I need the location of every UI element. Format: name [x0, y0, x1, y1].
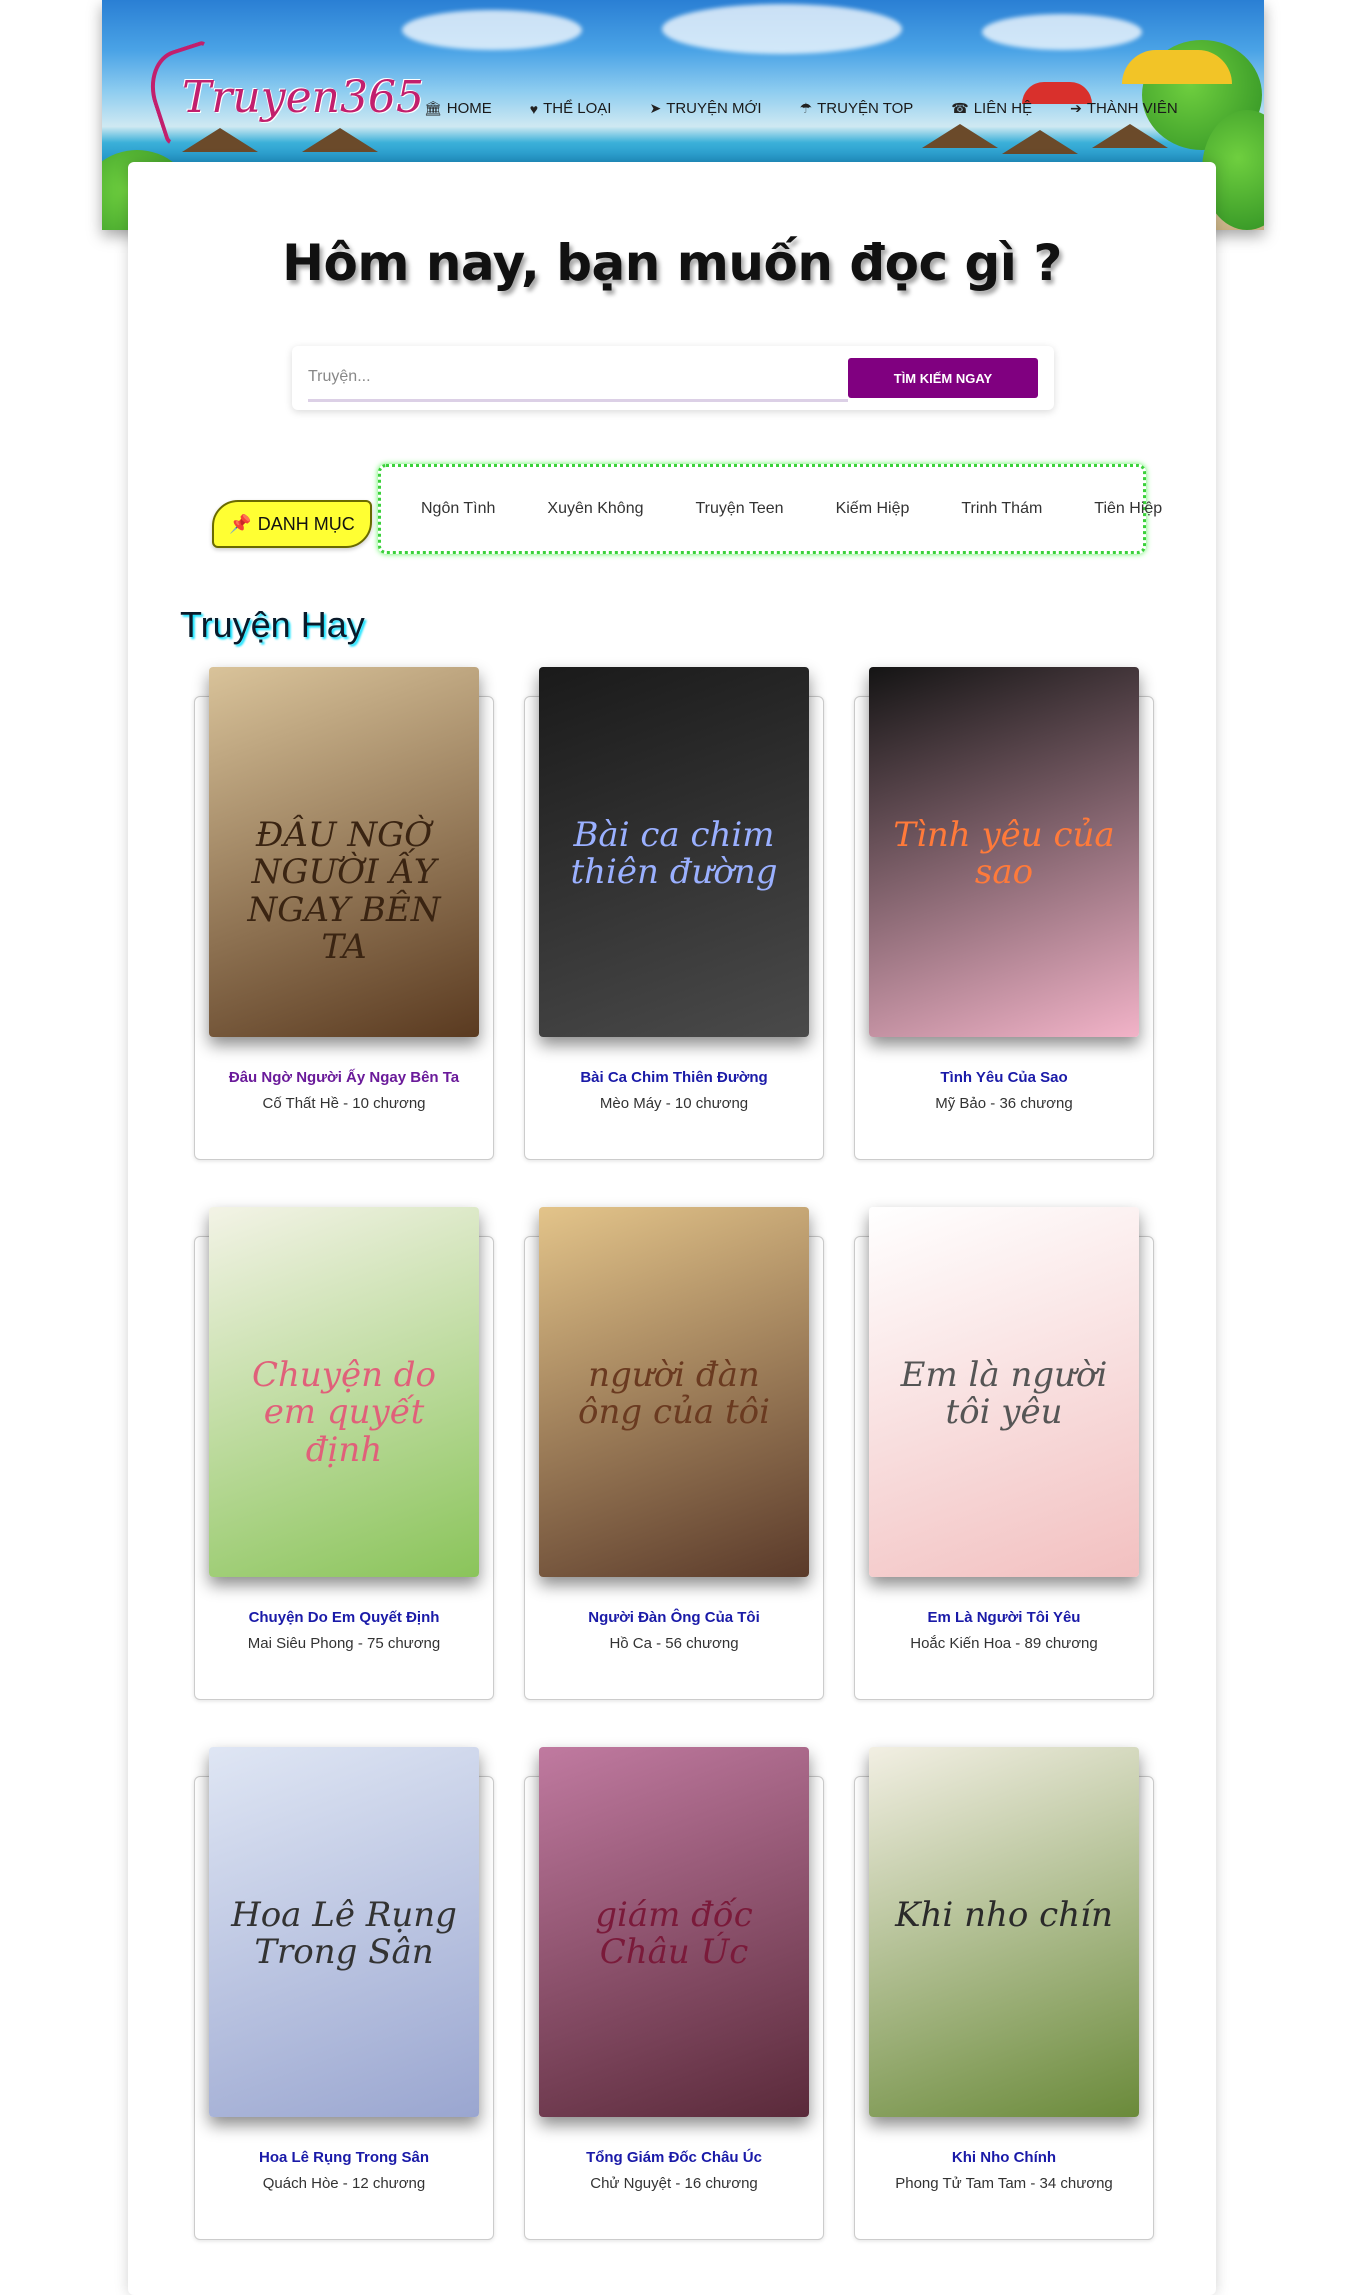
- category-kiem-hiep[interactable]: Kiếm Hiệp: [836, 500, 910, 518]
- book-title[interactable]: Khi Nho Chính: [855, 2149, 1153, 2166]
- nav-truyen-moi[interactable]: ➤ TRUYỆN MỚI: [649, 100, 761, 117]
- logo-text: Truyen365: [182, 72, 424, 123]
- book-title[interactable]: Em Là Người Tôi Yêu: [855, 1609, 1153, 1626]
- cover-title: Tình yêu của sao: [893, 815, 1115, 893]
- cover-title: người đàn ông của tôi: [578, 1355, 770, 1433]
- hut-decoration: [1092, 124, 1168, 148]
- category-ngon-tinh[interactable]: Ngôn Tình: [421, 500, 495, 518]
- category-tien-hiep[interactable]: Tiên Hiệp: [1094, 500, 1162, 518]
- nav-thanh-vien[interactable]: ➔ THÀNH VIÊN: [1070, 100, 1178, 117]
- book-meta: Mèo Máy - 10 chương: [599, 1095, 749, 1112]
- book-meta: Chử Nguyệt - 16 chương: [590, 2175, 758, 2192]
- cover-title: Bài ca chim thiên đường: [570, 815, 778, 893]
- search-box: TÌM KIẾM NGAY: [292, 346, 1054, 410]
- book-card[interactable]: Khi nho chín Khi Nho Chính Phong Tử Tam …: [854, 1747, 1154, 2240]
- cover-title: Hoa Lê Rụng Trong Sân: [231, 1895, 457, 1973]
- nav-home[interactable]: 🏛 HOME: [424, 100, 492, 117]
- book-meta: Hồ Ca - 56 chương: [609, 1635, 739, 1652]
- book-title[interactable]: Bài Ca Chim Thiên Đường: [525, 1069, 823, 1086]
- book-meta: Cố Thất Hề - 10 chương: [262, 1095, 426, 1112]
- book-card[interactable]: Hoa Lê Rụng Trong Sân Hoa Lê Rụng Trong …: [194, 1747, 494, 2240]
- site-logo[interactable]: Truyen365: [139, 39, 424, 147]
- paper-plane-icon: ➤: [649, 100, 662, 116]
- book-cover[interactable]: giám đốc Châu Úc: [539, 1747, 809, 2117]
- book-meta: Quách Hòe - 12 chương: [262, 2175, 426, 2192]
- umbrella-icon: ☂: [799, 100, 813, 116]
- nav-label: THÀNH VIÊN: [1086, 100, 1178, 117]
- nav-label: LIÊN HỆ: [973, 100, 1033, 117]
- nav-label: HOME: [446, 100, 492, 117]
- cloud-decoration: [402, 10, 582, 50]
- book-card[interactable]: Bài ca chim thiên đường Bài Ca Chim Thiê…: [524, 667, 824, 1160]
- page-headline: Hôm nay, bạn muốn đọc gì ?: [282, 234, 1062, 292]
- umbrella-decoration: [1122, 50, 1232, 84]
- search-button[interactable]: TÌM KIẾM NGAY: [848, 358, 1038, 398]
- book-title[interactable]: Tổng Giám Đốc Châu Úc: [525, 2149, 823, 2166]
- book-meta: Mỹ Bảo - 36 chương: [935, 1095, 1073, 1112]
- category-truyen-teen[interactable]: Truyện Teen: [696, 500, 784, 518]
- book-cover[interactable]: người đàn ông của tôi: [539, 1207, 809, 1577]
- nav-label: THỂ LOẠI: [543, 100, 612, 117]
- category-badge-label: DANH MỤC: [257, 513, 355, 534]
- book-title[interactable]: Chuyện Do Em Quyết Định: [195, 1609, 493, 1626]
- book-cover[interactable]: ĐÂU NGỜ NGƯỜI ẤY NGAY BÊN TA: [209, 667, 479, 1037]
- hut-decoration: [1002, 130, 1078, 154]
- book-title[interactable]: Người Đàn Ông Của Tôi: [525, 1609, 823, 1626]
- sign-in-icon: ➔: [1070, 100, 1082, 116]
- nav-label: TRUYỆN MỚI: [666, 100, 762, 117]
- main-content: Hôm nay, bạn muốn đọc gì ? TÌM KIẾM NGAY…: [128, 162, 1216, 2295]
- book-cover[interactable]: Bài ca chim thiên đường: [539, 667, 809, 1037]
- nav-the-loai[interactable]: ♥ THỂ LOẠI: [530, 100, 612, 117]
- pin-icon: 📌: [229, 513, 252, 534]
- heartbeat-icon: ♥: [529, 100, 539, 117]
- book-cover[interactable]: Khi nho chín: [869, 1747, 1139, 2117]
- book-title[interactable]: Tình Yêu Của Sao: [855, 1069, 1153, 1086]
- book-card[interactable]: ĐÂU NGỜ NGƯỜI ẤY NGAY BÊN TA Đâu Ngờ Ngư…: [194, 667, 494, 1160]
- nav-lien-he[interactable]: ☎ LIÊN HỆ: [951, 100, 1032, 117]
- nav-truyen-top[interactable]: ☂ TRUYỆN TOP: [800, 100, 914, 117]
- category-badge: 📌 DANH MỤC: [212, 500, 372, 548]
- book-cover[interactable]: Hoa Lê Rụng Trong Sân: [209, 1747, 479, 2117]
- contact-icon: ☎: [951, 100, 969, 116]
- cloud-decoration: [662, 4, 902, 54]
- book-card[interactable]: Chuyện do em quyết định Chuyện Do Em Quy…: [194, 1207, 494, 1700]
- book-card[interactable]: Em là người tôi yêu Em Là Người Tôi Yêu …: [854, 1207, 1154, 1700]
- cover-title: Chuyện do em quyết định: [251, 1355, 437, 1470]
- category-xuyen-khong[interactable]: Xuyên Không: [547, 500, 643, 518]
- cloud-decoration: [982, 14, 1142, 50]
- cover-title: Em là người tôi yêu: [900, 1355, 1108, 1433]
- book-title[interactable]: Hoa Lê Rụng Trong Sân: [195, 2149, 493, 2166]
- cover-title: Khi nho chín: [895, 1895, 1113, 1935]
- search-input[interactable]: [308, 354, 848, 402]
- book-cover[interactable]: Em là người tôi yêu: [869, 1207, 1139, 1577]
- book-title[interactable]: Đâu Ngờ Người Ấy Ngay Bên Ta: [195, 1069, 493, 1086]
- home-icon: 🏛: [424, 100, 442, 116]
- book-card[interactable]: giám đốc Châu Úc Tổng Giám Đốc Châu Úc C…: [524, 1747, 824, 2240]
- category-trinh-tham[interactable]: Trinh Thám: [961, 500, 1042, 518]
- nav-label: TRUYỆN TOP: [817, 100, 914, 117]
- hut-decoration: [922, 124, 998, 148]
- section-title: Truyện Hay: [180, 604, 365, 645]
- book-cover[interactable]: Tình yêu của sao: [869, 667, 1139, 1037]
- cover-title: giám đốc Châu Úc: [595, 1895, 753, 1973]
- cover-title: ĐÂU NGỜ NGƯỜI ẤY NGAY BÊN TA: [247, 815, 441, 968]
- book-meta: Phong Tử Tam Tam - 34 chương: [895, 2175, 1113, 2192]
- book-meta: Hoắc Kiến Hoa - 89 chương: [910, 1635, 1098, 1652]
- book-card[interactable]: người đàn ông của tôi Người Đàn Ông Của …: [524, 1207, 824, 1700]
- category-list: Ngôn Tình Xuyên Không Truyện Teen Kiếm H…: [378, 464, 1162, 554]
- main-nav: 🏛 HOME ♥ THỂ LOẠI ➤ TRUYỆN MỚI ☂ TRUYỆN TOP …: [424, 100, 1216, 117]
- book-card[interactable]: Tình yêu của sao Tình Yêu Của Sao Mỹ Bảo…: [854, 667, 1154, 1160]
- book-meta: Mai Siêu Phong - 75 chương: [247, 1635, 441, 1652]
- book-cover[interactable]: Chuyện do em quyết định: [209, 1207, 479, 1577]
